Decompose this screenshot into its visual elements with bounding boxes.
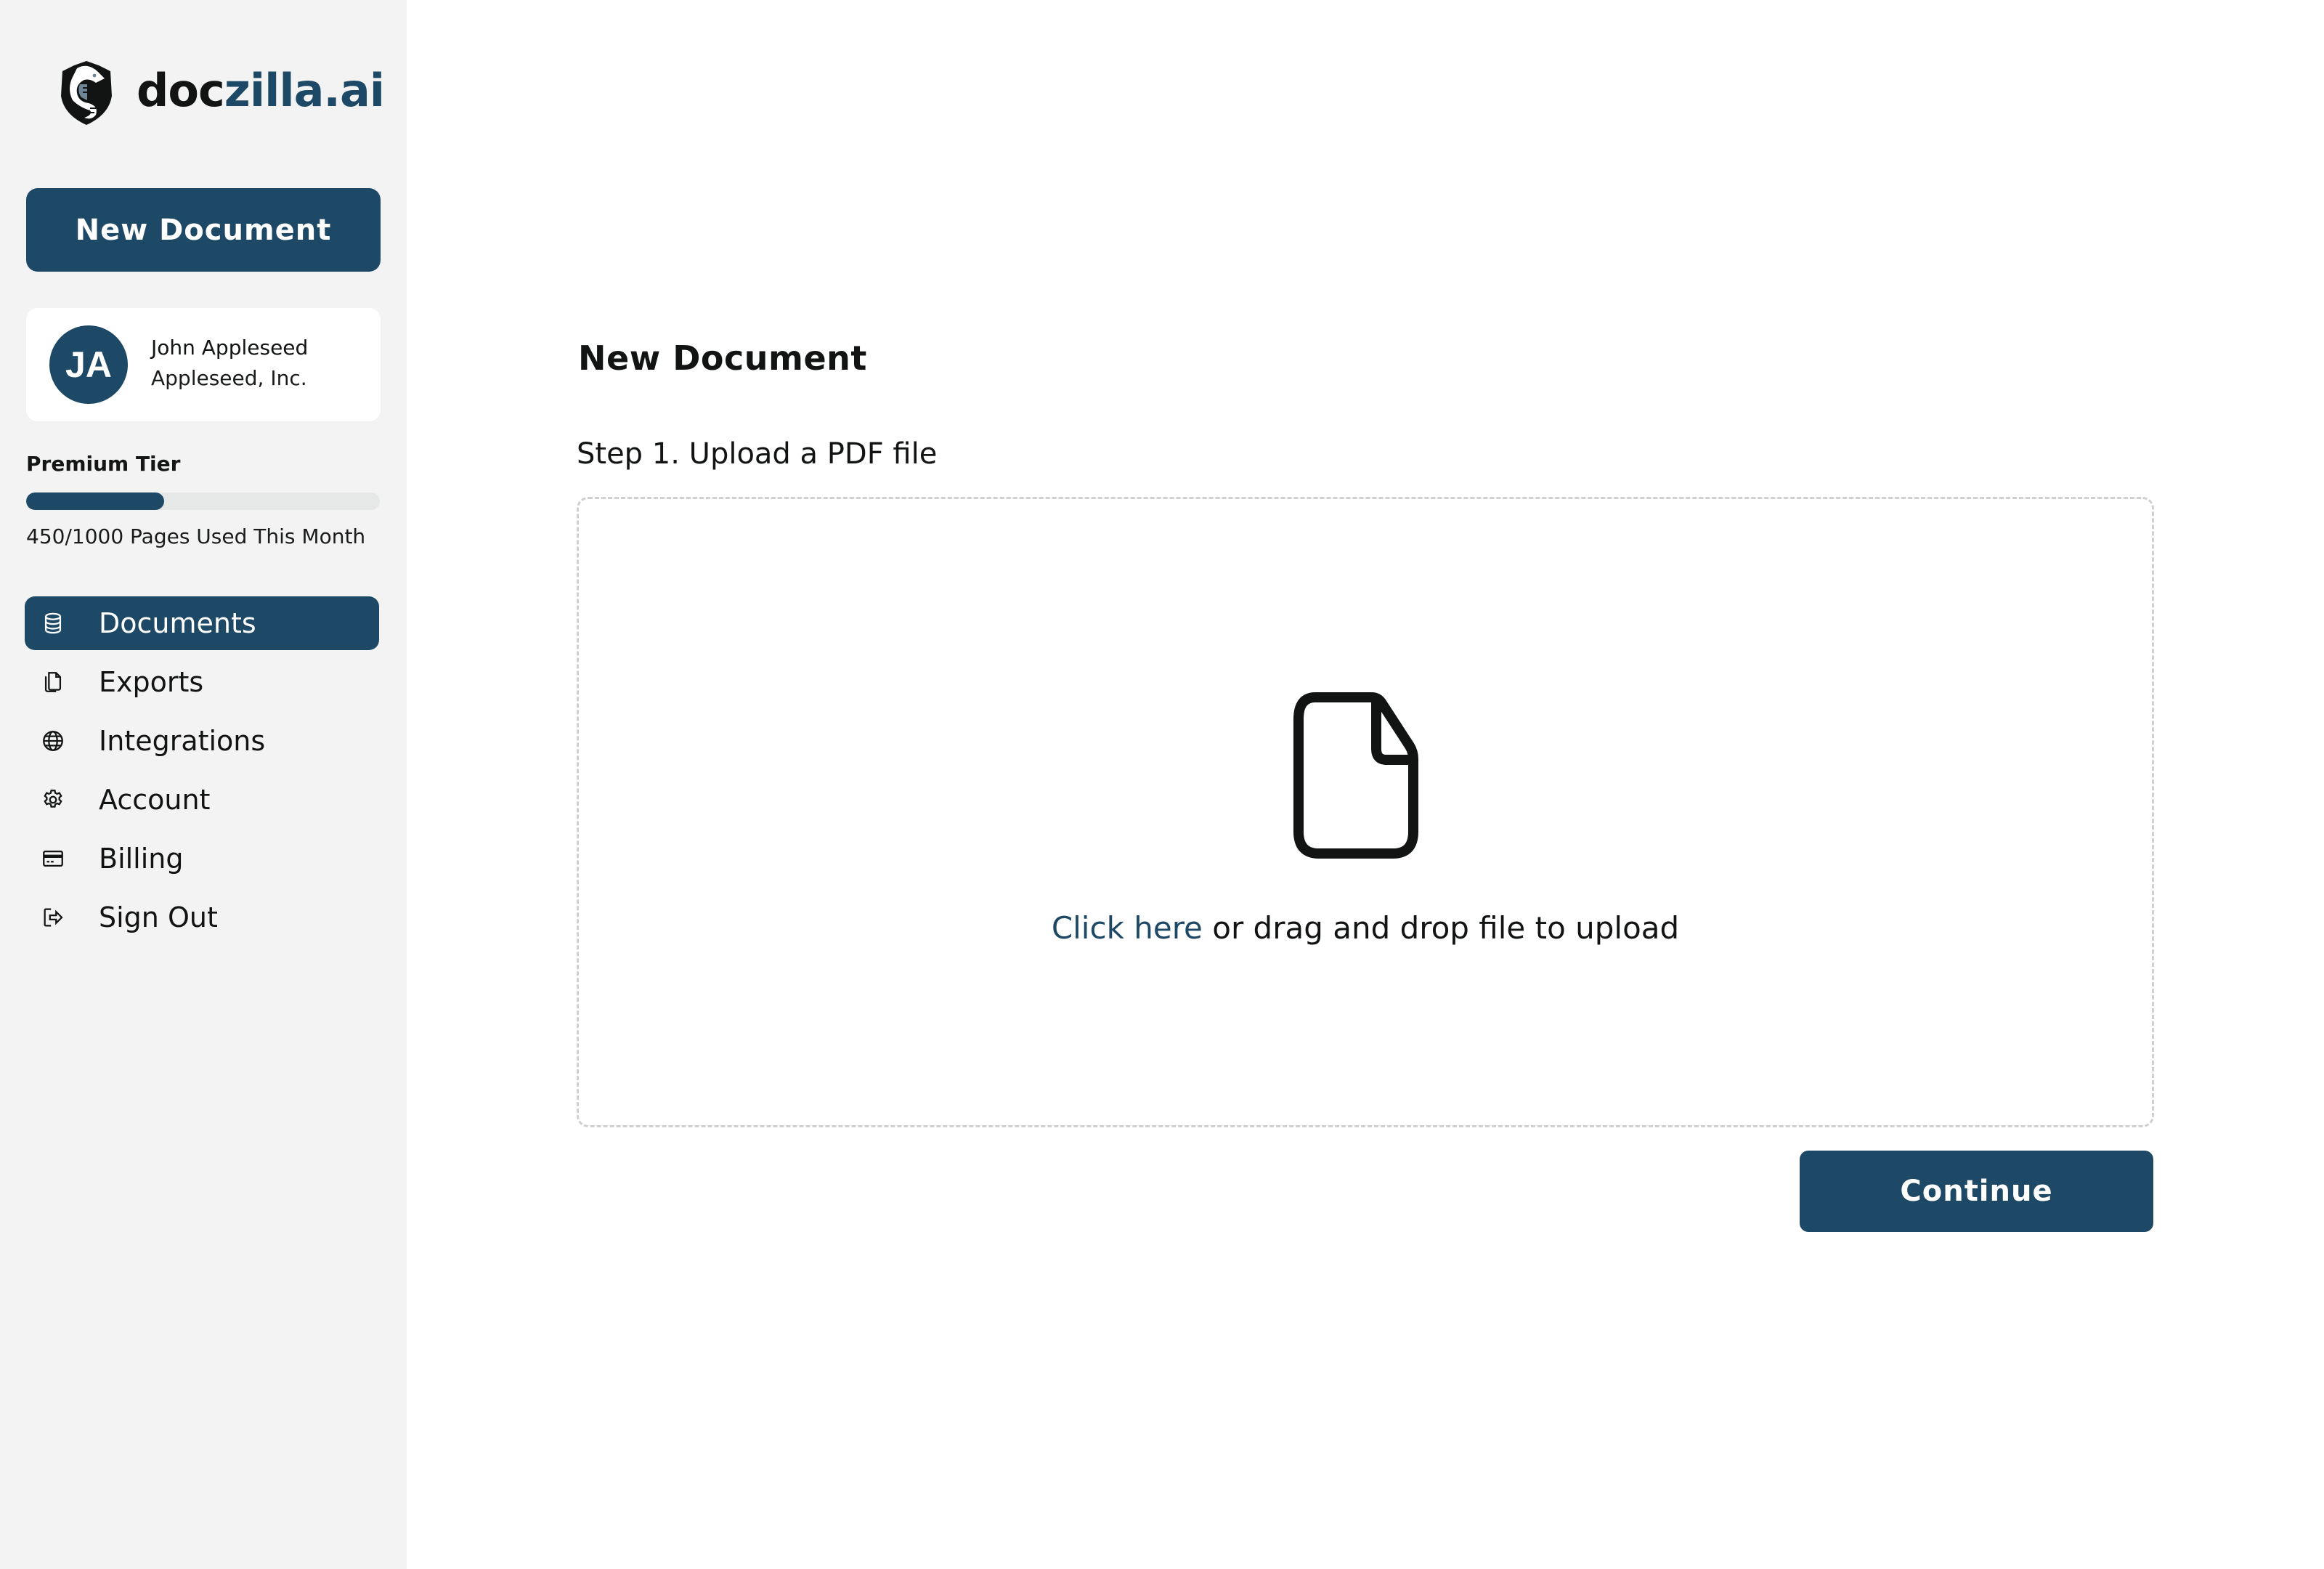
page-title: New Document (578, 338, 867, 378)
sidebar-item-exports[interactable]: Exports (25, 655, 379, 709)
copy-files-icon (41, 670, 65, 694)
brand-logo[interactable]: doczilla.ai (58, 60, 385, 126)
sidebar-item-label: Integrations (99, 725, 266, 757)
user-organization: Appleseed, Inc. (151, 366, 307, 390)
new-document-button[interactable]: New Document (26, 188, 381, 272)
gear-icon (41, 787, 65, 812)
sidebar-nav: Documents Exports Integrations Account B… (25, 596, 379, 949)
usage-progress-bar (26, 492, 380, 510)
file-dropzone[interactable]: Click here or drag and drop file to uplo… (577, 497, 2154, 1127)
file-icon (1293, 692, 1418, 859)
dropzone-rest-text: or drag and drop file to upload (1202, 910, 1680, 946)
usage-text: 450/1000 Pages Used This Month (26, 524, 366, 548)
user-name: John Appleseed (151, 336, 309, 360)
sidebar-item-sign-out[interactable]: Sign Out (25, 891, 379, 944)
user-info: John Appleseed Appleseed, Inc. (151, 333, 308, 394)
sidebar-item-label: Billing (99, 843, 184, 875)
step-label: Step 1. Upload a PDF file (577, 437, 938, 471)
database-icon (41, 611, 65, 636)
click-here-link[interactable]: Click here (1052, 910, 1203, 946)
sidebar-item-label: Exports (99, 666, 204, 698)
app-root: doczilla.ai New Document JA John Applese… (0, 0, 2324, 1569)
main-content: New Document Step 1. Upload a PDF file C… (407, 0, 2324, 1569)
avatar: JA (49, 325, 128, 404)
sidebar: doczilla.ai New Document JA John Applese… (0, 0, 407, 1569)
globe-icon (41, 729, 65, 753)
user-card[interactable]: JA John Appleseed Appleseed, Inc. (26, 308, 381, 421)
brand-name-part1: doc (137, 64, 225, 117)
usage-progress-fill (26, 492, 164, 510)
credit-card-icon (41, 846, 65, 871)
sidebar-item-label: Sign Out (99, 901, 218, 933)
sidebar-item-billing[interactable]: Billing (25, 832, 379, 885)
dropzone-instructions: Click here or drag and drop file to uplo… (579, 910, 2152, 946)
continue-button[interactable]: Continue (1800, 1151, 2153, 1232)
sign-out-icon (41, 905, 65, 930)
sidebar-item-label: Account (99, 784, 211, 816)
brand-wordmark: doczilla.ai (137, 68, 385, 113)
sidebar-item-label: Documents (99, 607, 256, 639)
sidebar-item-documents[interactable]: Documents (25, 596, 379, 650)
brand-name-part2: zilla.ai (224, 64, 385, 117)
sidebar-item-account[interactable]: Account (25, 773, 379, 827)
sidebar-item-integrations[interactable]: Integrations (25, 714, 379, 768)
dragon-shield-icon (61, 61, 112, 125)
plan-tier-label: Premium Tier (26, 452, 181, 476)
